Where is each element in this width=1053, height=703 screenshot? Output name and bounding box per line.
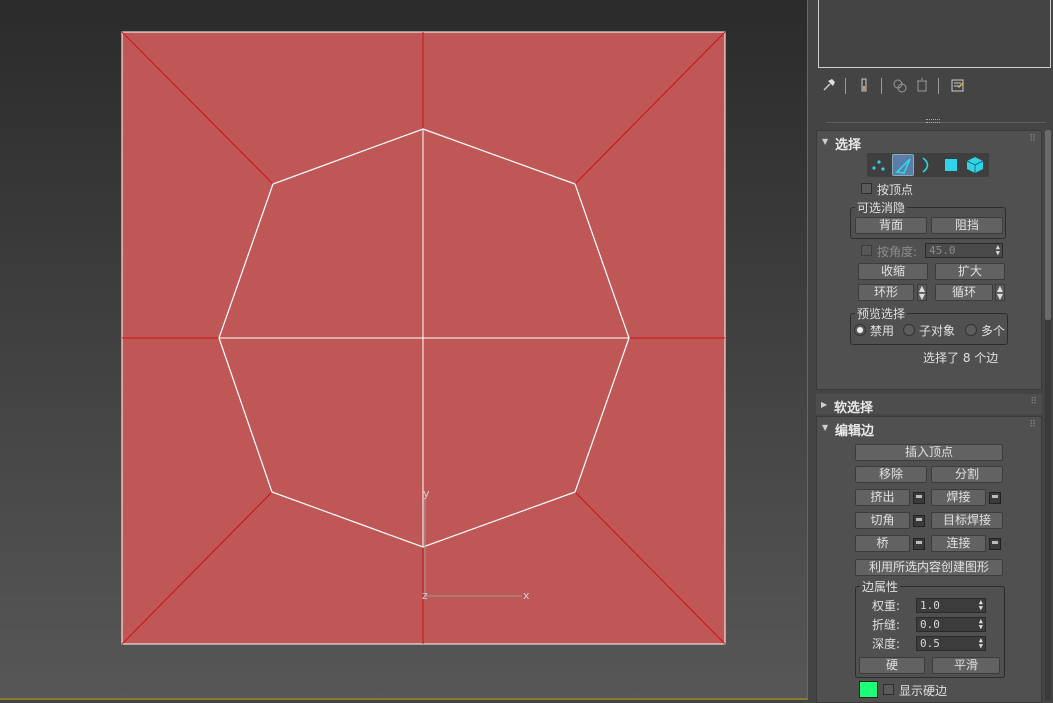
preview-off-label: 禁用 <box>870 324 895 338</box>
crease-value: 0.0 <box>920 618 940 631</box>
edge-properties-title: 边属性 <box>860 578 901 595</box>
panel-scrollbar[interactable] <box>1045 130 1051 700</box>
rollout-drag-icon[interactable]: ⠿ <box>1029 134 1036 144</box>
shrink-button[interactable]: 收缩 <box>858 263 928 280</box>
connect-button[interactable]: 连接 <box>931 535 986 552</box>
split-button[interactable]: 分割 <box>931 466 1003 483</box>
rollout-edit-edges: ▼ 编辑边 ⠿ 插入顶点 移除 分割 挤出 焊接 切角 目标焊接 桥 连接 利用… <box>816 416 1042 703</box>
rollout-title[interactable]: 选择 <box>835 134 861 153</box>
smooth-button[interactable]: 平滑 <box>932 657 1000 674</box>
spinner-arrows-icon[interactable]: ▲ ▼ <box>979 637 983 650</box>
create-shape-button[interactable]: 利用所选内容创建图形 <box>855 559 1003 576</box>
depth-value: 0.5 <box>920 637 940 650</box>
show-hard-edges-label: 显示硬边 <box>899 684 948 698</box>
depth-spinner[interactable]: 0.5 ▲ ▼ <box>916 636 986 651</box>
preview-subobject-label: 子对象 <box>919 324 956 338</box>
hard-button[interactable]: 硬 <box>859 657 925 674</box>
grow-button[interactable]: 扩大 <box>935 263 1005 280</box>
preview-off-radio[interactable] <box>854 324 866 336</box>
collapse-arrow-icon[interactable]: ▼ <box>822 423 828 432</box>
remove-button[interactable]: 移除 <box>855 466 927 483</box>
preview-multi-radio[interactable] <box>965 324 977 336</box>
rollout-soft-selection[interactable]: ▶ 软选择 ⠿ <box>816 394 1042 416</box>
expand-arrow-icon[interactable]: ▶ <box>821 400 827 409</box>
rollout-title[interactable]: 编辑边 <box>835 420 874 439</box>
insert-vertex-button[interactable]: 插入顶点 <box>855 444 1003 461</box>
crease-label: 折缝: <box>872 618 901 632</box>
preview-group: 预览选择 禁用 子对象 多个 <box>850 305 1008 345</box>
by-angle-label: 按角度: <box>877 245 918 259</box>
angle-spinner[interactable]: 45.0 ▲ ▼ <box>925 243 1003 258</box>
angle-value: 45.0 <box>929 244 956 257</box>
make-unique-icon[interactable] <box>892 78 908 94</box>
panel-resize-grip[interactable] <box>926 119 940 123</box>
rollout-title[interactable]: 软选择 <box>834 397 873 416</box>
ring-button[interactable]: 环形 <box>858 284 914 301</box>
target-weld-button[interactable]: 目标焊接 <box>931 512 1003 529</box>
bridge-button[interactable]: 桥 <box>855 535 910 552</box>
loop-button[interactable]: 循环 <box>935 284 993 301</box>
chamfer-settings-icon[interactable] <box>913 515 925 527</box>
subobject-mode-bar <box>867 153 989 177</box>
spinner-arrows-icon[interactable]: ▲ ▼ <box>996 244 1000 257</box>
scrollbar-thumb[interactable] <box>1045 130 1051 320</box>
weight-spinner[interactable]: 1.0 ▲ ▼ <box>916 598 986 613</box>
element-mode-icon[interactable] <box>964 154 986 176</box>
hard-edge-color-swatch[interactable] <box>859 681 878 698</box>
by-vertex-label: 按顶点 <box>877 183 914 197</box>
weight-label: 权重: <box>872 599 901 613</box>
command-panel: ▼ 选择 ⠿ 按顶点 可选消隐 背面 阻挡 按角度: 45.0 ▲ ▼ 收缩 扩… <box>810 0 1053 703</box>
cull-group: 可选消隐 背面 阻挡 <box>850 199 1006 239</box>
depth-label: 深度: <box>872 637 901 651</box>
preview-multi-label: 多个 <box>981 324 1006 338</box>
show-hard-edges-checkbox[interactable] <box>883 684 894 695</box>
extrude-button[interactable]: 挤出 <box>855 489 910 506</box>
rollout-selection: ▼ 选择 ⠿ 按顶点 可选消隐 背面 阻挡 按角度: 45.0 ▲ ▼ 收缩 扩… <box>816 130 1042 390</box>
chamfer-button[interactable]: 切角 <box>855 512 910 529</box>
rollout-drag-icon[interactable]: ⠿ <box>1029 420 1036 430</box>
connect-settings-icon[interactable] <box>989 538 1001 550</box>
back-face-button[interactable]: 背面 <box>855 217 927 234</box>
preview-group-title: 预览选择 <box>855 305 908 322</box>
vertex-mode-icon[interactable] <box>868 154 890 176</box>
spinner-arrows-icon[interactable]: ▲ ▼ <box>979 599 983 612</box>
selection-status: 选择了 8 个边 <box>923 351 999 365</box>
viewport-perspective[interactable]: y z x <box>0 0 808 700</box>
weld-button[interactable]: 焊接 <box>931 489 986 506</box>
gizmo-y-label: y <box>423 487 430 500</box>
pin-icon[interactable] <box>821 78 837 94</box>
by-vertex-checkbox[interactable] <box>861 183 872 194</box>
extrude-settings-icon[interactable] <box>913 492 925 504</box>
toolbar-separator <box>881 78 882 94</box>
by-angle-checkbox[interactable] <box>861 245 872 256</box>
collapse-arrow-icon[interactable]: ▼ <box>822 137 828 146</box>
gizmo-z-label: z <box>422 589 428 602</box>
loop-spinner-icon[interactable]: ▲ ▼ <box>995 284 1005 301</box>
toolbar-separator <box>845 78 846 94</box>
modifier-stack-list[interactable] <box>818 0 1051 68</box>
polygon-mode-icon[interactable] <box>940 154 962 176</box>
bridge-settings-icon[interactable] <box>913 538 925 550</box>
weld-settings-icon[interactable] <box>989 492 1001 504</box>
modifier-toolbar <box>818 76 1048 96</box>
preview-subobject-radio[interactable] <box>903 324 915 336</box>
spinner-arrows-icon[interactable]: ▲ ▼ <box>979 618 983 631</box>
viewport-canvas[interactable]: y z x <box>0 0 808 700</box>
gizmo-x-label: x <box>523 589 530 602</box>
weight-value: 1.0 <box>920 599 940 612</box>
edge-properties-group: 边属性 权重: 1.0 ▲ ▼ 折缝: 0.0 ▲ ▼ 深度: 0.5 ▲ ▼ 硬 平… <box>855 578 1005 678</box>
remove-modifier-icon[interactable] <box>914 78 930 94</box>
modifier-stack-icon[interactable] <box>856 78 872 94</box>
toolbar-separator <box>938 78 939 94</box>
crease-spinner[interactable]: 0.0 ▲ ▼ <box>916 617 986 632</box>
edge-mode-icon[interactable] <box>892 154 914 176</box>
rollout-drag-icon[interactable]: ⠿ <box>1030 397 1037 407</box>
configure-modifier-sets-icon[interactable] <box>950 78 966 94</box>
border-mode-icon[interactable] <box>916 154 938 176</box>
cull-group-title: 可选消隐 <box>855 199 908 216</box>
ring-spinner-icon[interactable]: ▲ ▼ <box>917 284 927 301</box>
occluded-button[interactable]: 阻挡 <box>931 217 1003 234</box>
